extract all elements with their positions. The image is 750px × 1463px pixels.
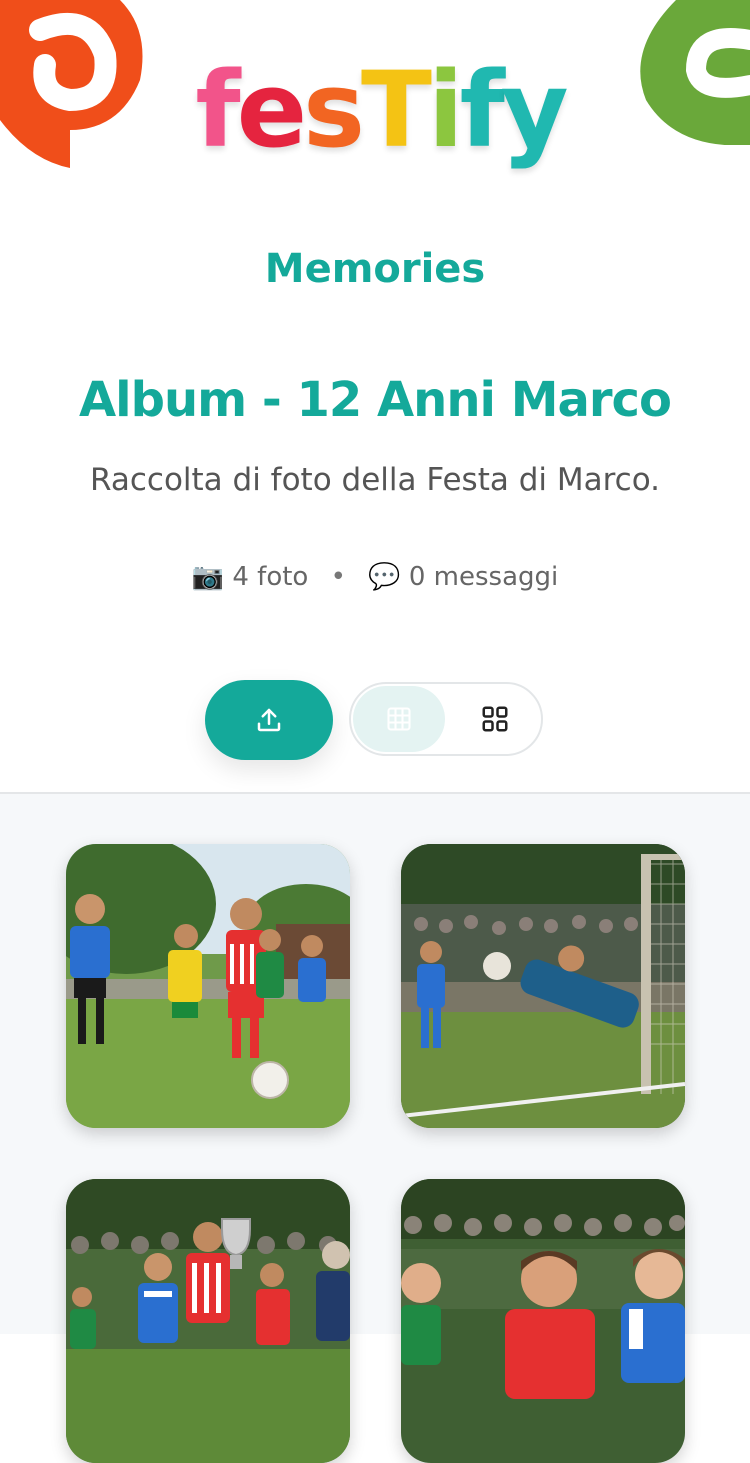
logo-letter: i — [427, 49, 464, 171]
logo-letter: f — [195, 49, 240, 171]
photo-thumbnail[interactable] — [66, 1179, 350, 1463]
photo-thumbnail[interactable] — [401, 844, 685, 1128]
logo-letter: T — [361, 49, 432, 171]
camera-icon: 📷 — [191, 562, 225, 592]
album-stats: 📷 4 foto • 💬 0 messaggi — [0, 562, 750, 592]
photo-trophy — [66, 1179, 350, 1463]
festify-logo: fesTify — [160, 40, 600, 250]
photo-count: 4 foto — [232, 562, 309, 592]
grid-large-icon — [482, 706, 508, 732]
speech-bubble-icon: 💬 — [368, 562, 401, 592]
photo-thumbnail[interactable] — [401, 1179, 685, 1463]
photo-thumbnail[interactable] — [66, 844, 350, 1128]
grid-dense-view-button[interactable] — [353, 686, 445, 752]
photo-smiling-kids — [401, 1179, 685, 1463]
orange-swirl-decoration — [0, 0, 143, 168]
logo-subtitle: Memories — [264, 246, 486, 292]
photo-kids-playing — [66, 844, 350, 1128]
message-count: 0 messaggi — [408, 562, 559, 592]
view-toggle — [349, 682, 543, 756]
logo-letter: f — [459, 49, 505, 171]
photo-gallery — [0, 792, 750, 1463]
photo-goalkeeper-save — [401, 844, 685, 1128]
logo-letter: e — [236, 49, 308, 171]
album-header: fesTify Memories Album - 12 Anni Marco R… — [0, 0, 750, 792]
logo-letter: s — [303, 49, 365, 171]
upload-icon — [257, 708, 281, 732]
album-title: Album - 12 Anni Marco — [79, 372, 672, 428]
grid-dense-icon — [387, 707, 411, 731]
upload-button[interactable] — [205, 680, 333, 760]
logo-letter: y — [500, 49, 569, 171]
stats-separator: • — [330, 562, 346, 592]
grid-large-view-button[interactable] — [449, 686, 541, 752]
album-description: Raccolta di foto della Festa di Marco. — [90, 462, 660, 498]
green-swirl-decoration — [640, 0, 750, 145]
